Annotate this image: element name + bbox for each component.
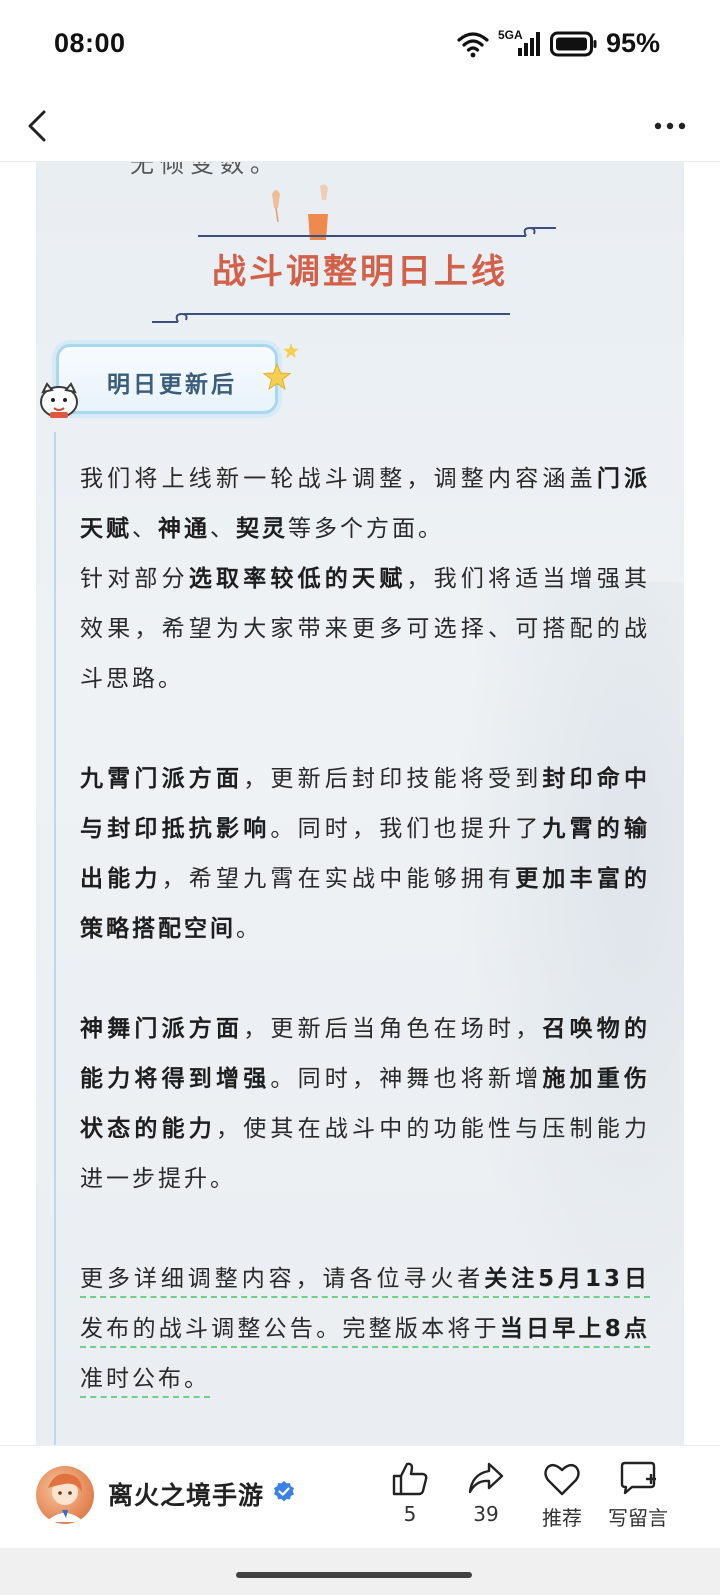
text-run: ，更新后当角色在场时， bbox=[243, 1016, 543, 1042]
paragraph: 九霄门派方面，更新后封印技能将受到封印命中与封印抵抗影响。同时，我们也提升了九霄… bbox=[80, 754, 650, 954]
text-run: 。同时，我们也提升了 bbox=[270, 816, 543, 842]
share-button[interactable]: 39 bbox=[446, 1460, 526, 1526]
like-button[interactable]: 5 bbox=[370, 1460, 450, 1526]
back-button[interactable] bbox=[20, 104, 60, 148]
home-indicator[interactable] bbox=[236, 1572, 472, 1578]
section-title: 战斗调整明日上线 bbox=[212, 252, 508, 292]
signal-group: 5GA bbox=[498, 28, 542, 58]
battery-percent: 95% bbox=[605, 28, 660, 58]
text-run: 、 bbox=[210, 516, 236, 542]
share-count: 39 bbox=[473, 1502, 499, 1526]
update-badge: 明日更新后 bbox=[56, 344, 278, 414]
avatar-icon bbox=[46, 1473, 84, 1522]
comment-label: 写留言 bbox=[608, 1506, 668, 1530]
bold-text: 契灵 bbox=[236, 516, 288, 542]
signal-icon bbox=[517, 31, 540, 56]
mascot-icon bbox=[40, 382, 78, 418]
thumbs-up-icon bbox=[392, 1462, 428, 1496]
more-button[interactable] bbox=[652, 110, 692, 142]
bold-text: 神通 bbox=[158, 516, 210, 542]
share-icon bbox=[468, 1462, 504, 1494]
article-content[interactable]: 无倾变数。 战斗调整明日上线 明日更新后 我们将上线新一轮战斗调整，调整内容涵盖… bbox=[0, 162, 720, 1445]
heart-icon bbox=[544, 1463, 580, 1496]
paragraph: 针对部分选取率较低的天赋，我们将适当增强其效果，希望为大家带来更多可选择、可搭配… bbox=[80, 554, 650, 704]
status-time: 08:00 bbox=[54, 28, 126, 58]
bold-text: 九霄门派方面 bbox=[80, 766, 244, 792]
content-vertical-line bbox=[54, 432, 56, 1445]
text-run: 。同时，神舞也将新增 bbox=[270, 1066, 543, 1092]
nav-bar bbox=[0, 90, 720, 162]
text-run: ，更新后封印技能将受到 bbox=[243, 766, 543, 792]
more-horizontal-icon bbox=[654, 122, 686, 130]
title-bottom-ornament bbox=[152, 312, 510, 323]
verified-badge-icon bbox=[274, 1481, 294, 1502]
status-icons: 5GA 95% bbox=[456, 28, 660, 59]
text-run: 我们将上线新一轮战斗调整，调整内容涵盖 bbox=[80, 466, 597, 492]
text-run: ，希望九霄在实战中能够拥有 bbox=[161, 866, 516, 892]
bold-text: 选取率较低的天赋 bbox=[188, 566, 407, 592]
text-run: 等多个方面。 bbox=[288, 516, 444, 542]
chevron-left-icon bbox=[28, 110, 46, 142]
recommend-button[interactable]: 推荐 bbox=[522, 1460, 602, 1531]
wifi-icon bbox=[457, 31, 489, 57]
avatar[interactable] bbox=[36, 1466, 94, 1524]
comment-button[interactable]: 写留言 bbox=[598, 1460, 678, 1531]
text-run: 、 bbox=[132, 516, 158, 542]
bold-text: 当日早上8点 bbox=[499, 1316, 651, 1342]
star-icon bbox=[262, 362, 292, 391]
status-bar: 08:00 5GA 95% bbox=[0, 0, 720, 90]
highlighted-note: 更多详细调整内容，请各位寻火者关注5月13日发布的战斗调整公告。完整版本将于当日… bbox=[80, 1266, 651, 1398]
recommend-label: 推荐 bbox=[542, 1506, 582, 1530]
title-top-ornament bbox=[198, 226, 556, 237]
paragraph: 更多详细调整内容，请各位寻火者关注5月13日发布的战斗调整公告。完整版本将于当日… bbox=[80, 1254, 651, 1404]
bold-text: 关注5月13日 bbox=[484, 1266, 651, 1292]
article-body: 我们将上线新一轮战斗调整，调整内容涵盖门派天赋、神通、契灵等多个方面。 针对部分… bbox=[80, 454, 651, 1404]
small-star-icon bbox=[283, 343, 299, 359]
text-run: 针对部分 bbox=[80, 566, 189, 592]
bold-text: 神舞门派方面 bbox=[80, 1016, 244, 1042]
badge-label: 明日更新后 bbox=[107, 372, 237, 398]
paragraph: 神舞门派方面，更新后当角色在场时，召唤物的能力将得到增强。同时，神舞也将新增施加… bbox=[80, 1004, 650, 1204]
bottom-action-bar: 离火之境手游 5 39 推荐 写留言 bbox=[0, 1445, 720, 1548]
cutoff-text: 无倾变数。 bbox=[130, 162, 280, 178]
comment-add-icon bbox=[620, 1461, 656, 1495]
battery-icon bbox=[549, 31, 597, 56]
text-run: 发布的战斗调整公告。完整版本将于 bbox=[80, 1316, 500, 1342]
text-run: 更多详细调整内容，请各位寻火者 bbox=[80, 1266, 485, 1292]
text-run: 准时公布。 bbox=[80, 1366, 210, 1392]
account-name[interactable]: 离火之境手游 bbox=[108, 1476, 264, 1512]
paragraph: 我们将上线新一轮战斗调整，调整内容涵盖门派天赋、神通、契灵等多个方面。 bbox=[80, 454, 650, 554]
like-count: 5 bbox=[403, 1502, 417, 1526]
text-run: 。 bbox=[236, 916, 262, 942]
